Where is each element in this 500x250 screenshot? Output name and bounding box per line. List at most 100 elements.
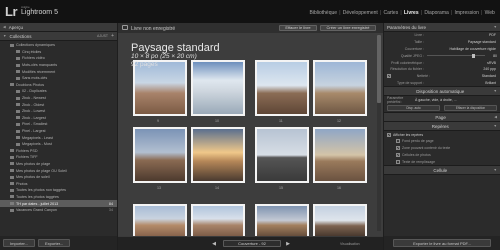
sharpen-checkbox[interactable]: ✓ xyxy=(387,74,391,79)
page-spread[interactable]: 11 12 xyxy=(255,60,367,123)
module-1[interactable]: Développement xyxy=(341,10,380,16)
book-page[interactable] xyxy=(313,127,367,183)
collection-item[interactable]: Mes photos de plage OU Soleil xyxy=(0,167,117,174)
book-page[interactable] xyxy=(191,60,245,116)
book-setting-value[interactable]: PDF xyxy=(427,33,497,37)
add-collection-icon[interactable]: + xyxy=(111,33,114,39)
collection-item[interactable]: Zbok - Lowest xyxy=(0,108,117,115)
book-setting-value[interactable]: Paysage standard xyxy=(427,40,497,44)
collections-extra[interactable]: AJUST xyxy=(97,34,108,38)
book-setting-value[interactable]: 240 ppp xyxy=(427,67,497,71)
show-guides-checkbox[interactable]: ✓ xyxy=(387,132,391,137)
page-photo[interactable] xyxy=(257,129,307,181)
page-navigator[interactable]: Couverture - 92 xyxy=(223,240,281,247)
collection-item[interactable]: Mots-clés manquants xyxy=(0,62,117,69)
page-photo[interactable] xyxy=(193,129,243,181)
guide-checkbox[interactable]: ✓ xyxy=(396,152,400,157)
page-photo[interactable] xyxy=(257,206,307,238)
book-setting-value[interactable]: Brillant xyxy=(427,81,497,85)
jpeg-quality-slider[interactable] xyxy=(427,53,485,58)
chevron-left-icon[interactable]: ◀ xyxy=(210,240,218,247)
book-page[interactable] xyxy=(133,204,187,240)
page-photo[interactable] xyxy=(135,206,185,238)
collection-item[interactable]: Megapixels - Least xyxy=(0,134,117,141)
book-setting-value[interactable]: Standard xyxy=(433,74,497,78)
export-button[interactable]: Exporter... xyxy=(38,239,71,247)
guide-row[interactable]: ✓ Cellules de photos xyxy=(384,152,500,159)
collection-item[interactable]: Mes photos de plage xyxy=(0,161,117,168)
collection-item[interactable]: Zbok - Newest xyxy=(0,95,117,102)
preset-dropdown[interactable]: À gauche, vide, à droite, ... xyxy=(415,98,497,102)
guide-checkbox[interactable] xyxy=(396,159,400,164)
page-photo[interactable] xyxy=(193,206,243,238)
clear-book-button[interactable]: Effacer le livre xyxy=(279,24,317,31)
view-mode-label[interactable]: Visualisation xyxy=(340,242,360,246)
page-spread[interactable]: 1920 xyxy=(255,204,367,247)
module-0[interactable]: Bibliothèque xyxy=(307,10,339,16)
page-spread[interactable]: 1718 xyxy=(133,204,245,247)
book-page[interactable] xyxy=(255,127,309,183)
page-photo[interactable] xyxy=(315,206,365,238)
chevron-right-icon[interactable]: ▶ xyxy=(284,240,292,247)
page-spread[interactable]: 13 14 xyxy=(133,127,245,190)
module-6[interactable]: Web xyxy=(482,10,497,16)
vertical-scrollbar[interactable] xyxy=(377,35,381,231)
guide-checkbox[interactable] xyxy=(396,139,400,144)
collection-item[interactable]: Zbok - Largest xyxy=(0,115,117,122)
collection-item[interactable]: Mes photos de soleil xyxy=(0,174,117,181)
book-page[interactable] xyxy=(191,127,245,183)
collection-item[interactable]: Sans mots-clés xyxy=(0,75,117,82)
collection-item[interactable]: 02 - Duplicates xyxy=(0,88,117,95)
cell-panel-header[interactable]: Cellule ▼ xyxy=(384,166,500,176)
guide-row[interactable]: ✓ Zone pouvant contenir du texte xyxy=(384,145,500,152)
import-button[interactable]: Importer... xyxy=(3,239,36,247)
book-setting-value[interactable]: sRVB xyxy=(427,61,497,65)
book-page[interactable] xyxy=(313,60,367,116)
collection-item[interactable]: Fichiers TIFF xyxy=(0,154,117,161)
page-photo[interactable] xyxy=(135,62,185,114)
module-4[interactable]: Diaporama xyxy=(422,10,451,16)
auto-layout-button[interactable]: Disp. auto xyxy=(387,104,440,111)
book-setting-value[interactable]: Habillage de couverture rigide xyxy=(427,47,497,51)
book-page[interactable] xyxy=(133,127,187,183)
book-settings-header[interactable]: Paramètres du livre ▼ xyxy=(384,23,500,32)
collection-item[interactable]: Zbok - Oldest xyxy=(0,101,117,108)
slider-knob[interactable] xyxy=(472,53,476,58)
scrollbar-thumb[interactable] xyxy=(377,35,381,103)
book-page[interactable] xyxy=(255,60,309,116)
guide-checkbox[interactable]: ✓ xyxy=(396,146,400,151)
collection-item[interactable]: Doublons Photos xyxy=(0,82,117,89)
module-3[interactable]: Livres xyxy=(402,10,421,16)
collection-item[interactable]: Photos xyxy=(0,180,117,187)
export-pdf-button[interactable]: Exporter le livre au format PDF... xyxy=(393,239,491,247)
collection-item[interactable]: Toutes les photos non taggées xyxy=(0,187,117,194)
guides-panel-header[interactable]: Repères ▼ xyxy=(384,122,500,132)
guide-row[interactable]: Fond perdu de page xyxy=(384,138,500,145)
page-photo[interactable] xyxy=(193,62,243,114)
collection-item[interactable]: Cinq étoiles xyxy=(0,49,117,56)
collection-item[interactable]: Pixel - Largest xyxy=(0,128,117,135)
book-page[interactable] xyxy=(255,204,309,240)
collection-item[interactable]: Vacances Grand Canyon 34 xyxy=(0,207,117,214)
page-panel-header[interactable]: Page ◀ xyxy=(384,113,500,123)
page-spread[interactable]: 15 16 xyxy=(255,127,367,190)
collection-item[interactable]: Fichiers vidéo xyxy=(0,55,117,62)
book-page[interactable] xyxy=(191,204,245,240)
page-photo[interactable] xyxy=(135,129,185,181)
collection-item[interactable]: Pixel - Smallest xyxy=(0,121,117,128)
collection-item[interactable]: Megapixels - Most xyxy=(0,141,117,148)
clear-layout-button[interactable]: Effacer la disposition xyxy=(444,104,497,111)
create-saved-book-button[interactable]: Créer un livre enregistré xyxy=(320,24,376,31)
collections-panel-header[interactable]: ▼ Collections AJUST + xyxy=(0,32,117,41)
guide-row[interactable]: Texte de remplissage xyxy=(384,158,500,165)
module-5[interactable]: Impression xyxy=(452,10,481,16)
show-guides-row[interactable]: ✓ Afficher les repères xyxy=(384,131,500,138)
page-photo[interactable] xyxy=(257,62,307,114)
page-photo[interactable] xyxy=(315,129,365,181)
collection-item[interactable]: Collections dynamiques xyxy=(0,42,117,49)
collection-item[interactable]: TH par dates - juillet 2013 84 xyxy=(0,200,117,207)
page-photo[interactable] xyxy=(315,62,365,114)
collection-item[interactable]: Modifiés récemment xyxy=(0,68,117,75)
collection-item[interactable]: Fichiers PSD xyxy=(0,148,117,155)
preview-panel-header[interactable]: ◀ Aperçu xyxy=(0,23,117,32)
